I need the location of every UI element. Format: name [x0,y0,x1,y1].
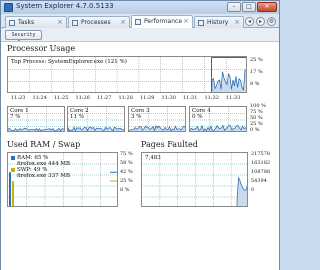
tab-label: Tasks [18,19,35,26]
time-tick: 11:32 [204,95,219,101]
pages-faulted-value: 7,483 [145,155,161,161]
core-value: 11 % [70,114,84,120]
pages-graph-canvas [142,153,247,206]
core-1-graph: Core 1 7 % [7,106,65,132]
time-tick: 11:23 [11,95,26,101]
window-title: System Explorer 4.7.0.5133 [16,2,114,10]
top-process-label: Top Process: SystemExplorer.exe (121 %) [11,59,127,65]
cpu-selection-marker [211,57,246,92]
ram-ytick: 42 % [120,169,133,175]
performance-icon [135,19,141,25]
processes-icon [72,20,78,26]
ram-swap-graph: RAM: 65 % firefox.exe 444 MB SWP: 49 % f… [7,152,118,207]
tab-performance[interactable]: Performance × [131,15,193,28]
close-tab-icon[interactable]: × [120,18,126,26]
pages-ytick: 0 [251,187,255,193]
time-tick: 11:26 [75,95,90,101]
settings-icon[interactable]: ⚙ [267,17,276,26]
time-tick: 11:33 [226,95,241,101]
pages-ytick: 217578 [251,151,271,157]
ram-ytick: 25 % [120,178,133,184]
title-bar: System Explorer 4.7.0.5133 – □ ✕ [1,1,279,14]
close-tab-icon[interactable]: × [234,18,240,26]
close-button[interactable]: ✕ [257,2,277,12]
back-icon[interactable]: ◂ [245,17,254,26]
core-ytick: 0 % [250,127,260,133]
processor-usage-heading: Processor Usage [7,44,76,53]
minimize-button[interactable]: – [227,2,241,12]
core-4-graph: Core 4 0 % [189,106,247,132]
core-value: 7 % [10,114,21,120]
tab-history[interactable]: History × [194,16,244,28]
cpu-ytick: 8 % [250,81,260,87]
pages-ytick: 163182 [251,160,271,166]
time-tick: 11:30 [161,95,176,101]
tab-processes[interactable]: Processes × [68,16,130,28]
app-window: System Explorer 4.7.0.5133 – □ ✕ Tasks ×… [0,0,280,270]
core-2-graph: Core 2 11 % [67,106,125,132]
core-value: 3 % [131,114,142,120]
time-tick: 11:25 [54,95,69,101]
swap-legend-swatch [11,167,15,172]
toolbar: Security Scan [1,29,279,46]
pages-faulted-graph: 7,483 [141,152,248,207]
core-3-graph: Core 3 3 % [128,106,186,132]
cpu-ytick: 25 % [250,57,263,63]
close-tab-icon[interactable]: × [57,18,63,26]
time-tick: 11:24 [32,95,47,101]
processor-usage-graph: Top Process: SystemExplorer.exe (121 %) [7,56,247,93]
tab-tasks[interactable]: Tasks × [5,16,67,28]
cpu-ytick: 17 % [250,69,263,75]
ram-ytick: 58 % [120,160,133,166]
tab-label: Performance [144,18,183,25]
ram-ytick: 8 % [120,187,130,193]
pages-faulted-heading: Pages Faulted [141,140,198,149]
maximize-button[interactable]: □ [242,2,256,12]
security-scan-button[interactable]: Security Scan [5,30,42,46]
history-icon [198,20,204,26]
time-tick: 11:31 [183,95,198,101]
close-tab-icon[interactable]: × [183,17,189,25]
time-tick: 11:29 [140,95,155,101]
core-value: 0 % [192,114,203,120]
time-tick: 11:27 [97,95,112,101]
tab-label: History [207,19,229,26]
tab-bar: Tasks × Processes × Performance × Histor… [1,14,279,28]
forward-icon[interactable]: ▸ [256,17,265,26]
performance-view: Processor Usage Top Process: SystemExplo… [1,41,279,270]
ram-legend-swatch [11,155,15,160]
pages-ytick: 54394 [251,178,267,184]
time-tick: 11:28 [118,95,133,101]
ram-ytick: 75 % [120,151,133,157]
used-ram-heading: Used RAM / Swap [7,140,81,149]
app-icon [4,3,13,12]
tasks-icon [9,20,15,26]
pages-ytick: 108788 [251,169,271,175]
swap-top-process: firefox.exe 337 MB [17,173,71,179]
tab-label: Processes [81,19,111,26]
